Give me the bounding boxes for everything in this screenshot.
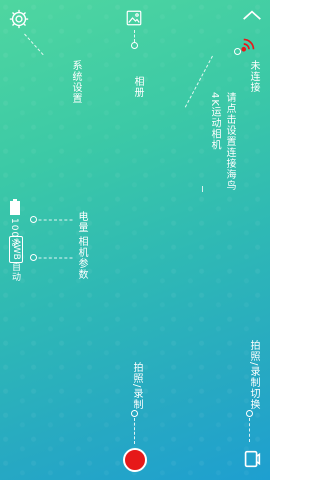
- record-button[interactable]: [123, 448, 147, 472]
- album-connector: [134, 30, 135, 42]
- params-dot: [30, 254, 37, 261]
- album-label[interactable]: 相册: [130, 76, 145, 98]
- mode-switch-label[interactable]: 拍照/录制切换: [246, 340, 261, 410]
- battery-icon: [10, 199, 20, 215]
- camera-home-screen: 系统设置 相册 未连接 请点击设置连接海鸟4K运动相机 100% AWB 自动 …: [0, 0, 270, 480]
- connect-hint-text[interactable]: 请点击设置连接海鸟4K运动相机: [207, 92, 237, 202]
- battery-dot: [30, 216, 37, 223]
- awb-badge: AWB: [9, 236, 23, 263]
- record-label[interactable]: 拍照/录制: [129, 362, 144, 410]
- battery-label: 电量: [76, 211, 87, 233]
- wb-value: 自动: [10, 262, 20, 282]
- gear-icon[interactable]: [6, 6, 32, 32]
- record-connector: [134, 418, 135, 444]
- album-dot: [131, 42, 138, 49]
- hint-underline: [202, 186, 204, 192]
- wifi-signal-icon[interactable]: [238, 34, 260, 54]
- params-connector: [38, 257, 73, 259]
- camera-switch-icon[interactable]: [240, 446, 264, 472]
- chevron-up-icon[interactable]: [240, 4, 264, 26]
- switch-dot: [246, 410, 253, 417]
- image-icon[interactable]: [124, 8, 144, 28]
- switch-connector: [249, 418, 250, 442]
- battery-connector: [38, 219, 73, 221]
- record-dot: [131, 410, 138, 417]
- settings-label[interactable]: 系统设置: [68, 60, 83, 104]
- camera-params-label[interactable]: 相机参数: [74, 236, 89, 280]
- wifi-dot: [234, 48, 241, 55]
- wifi-status-text: 未连接: [248, 60, 259, 93]
